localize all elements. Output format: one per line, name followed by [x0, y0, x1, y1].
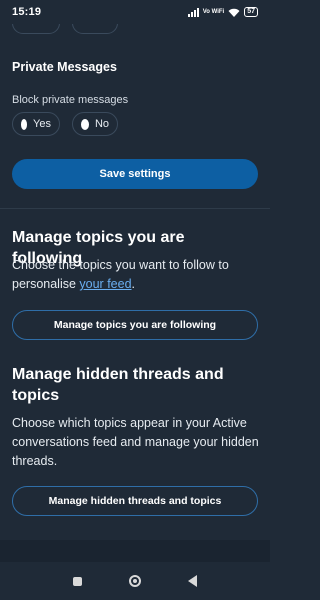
status-bar: 15:19 Vo WiFi 57 [0, 0, 270, 24]
private-messages-title: Private Messages [12, 60, 117, 74]
radio-unchecked-icon [81, 118, 89, 130]
prev-radio-yes[interactable] [12, 24, 60, 34]
status-time: 15:19 [12, 6, 42, 18]
back-icon[interactable] [187, 575, 197, 587]
manage-hidden-button[interactable]: Manage hidden threads and topics [12, 486, 258, 516]
radio-checked-icon [21, 118, 28, 130]
manage-topics-button[interactable]: Manage topics you are following [12, 310, 258, 340]
wifi-icon [228, 8, 240, 17]
manage-hidden-heading: Manage hidden threads and topics [12, 366, 224, 404]
divider [0, 208, 270, 209]
your-feed-link[interactable]: your feed [79, 277, 131, 291]
radio-no[interactable]: No [72, 112, 118, 136]
status-icons: Vo WiFi 57 [187, 7, 258, 17]
manage-topics-text-end: . [131, 277, 136, 291]
bottom-strip [0, 540, 270, 562]
recents-icon[interactable] [73, 576, 83, 586]
radio-yes[interactable]: Yes [12, 112, 60, 136]
block-private-messages-label: Block private messages [12, 94, 129, 106]
radio-yes-label: Yes [33, 118, 51, 130]
save-settings-button[interactable]: Save settings [12, 159, 258, 189]
vowifi-label: Vo WiFi [202, 9, 225, 15]
system-nav-bar [0, 562, 270, 600]
radio-no-label: No [94, 118, 109, 130]
prev-radio-no[interactable] [72, 24, 118, 34]
home-icon[interactable] [128, 575, 141, 587]
signal-icon [187, 7, 199, 17]
battery-icon: 57 [244, 7, 258, 17]
manage-hidden-description: Choose which topics appear in your Activ… [12, 416, 259, 468]
manage-topics-description: Choose the topics you want to follow to … [12, 256, 262, 294]
previous-setting-options [0, 24, 270, 36]
